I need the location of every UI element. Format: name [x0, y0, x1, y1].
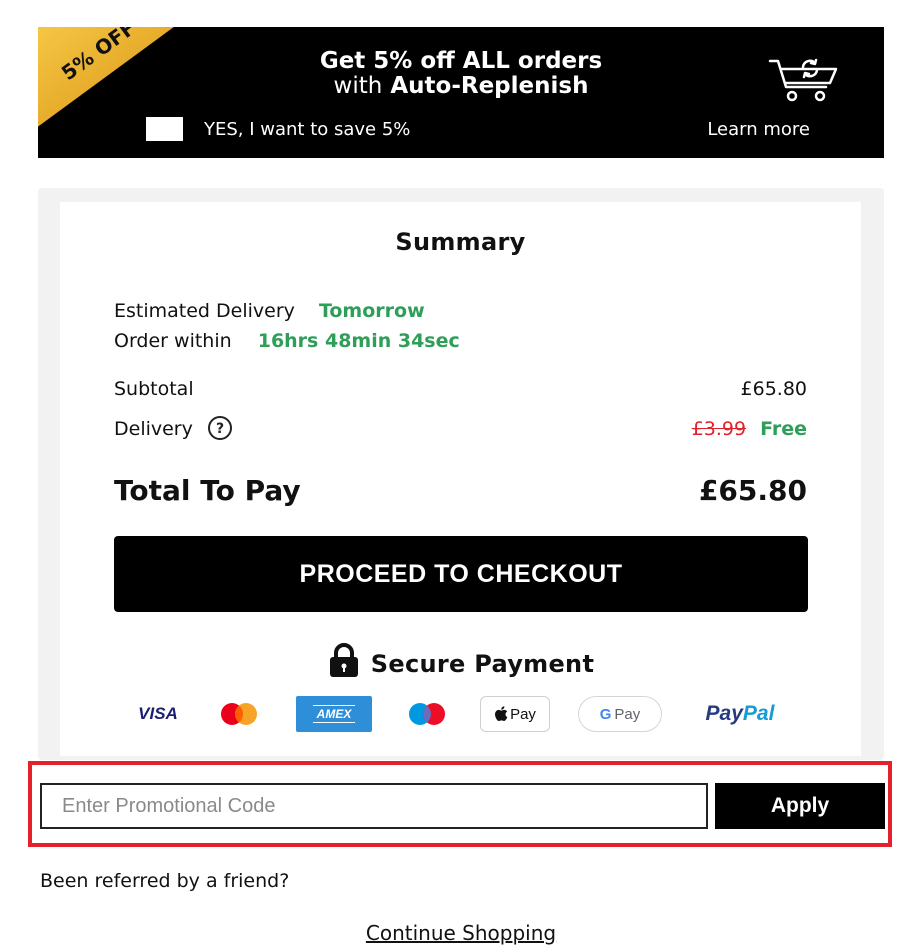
- banner-title: Get 5% off ALL orders with Auto-Replenis…: [188, 49, 734, 99]
- apple-pay-icon: Pay: [480, 696, 550, 732]
- save-five-percent-checkbox[interactable]: [146, 117, 183, 141]
- paypal-icon: PayPal: [705, 702, 775, 725]
- referred-by-friend-link[interactable]: Been referred by a friend?: [40, 870, 289, 892]
- delivery-cost-row: Delivery ?: [114, 415, 233, 441]
- summary-panel: Summary Estimated Delivery Tomorrow Orde…: [38, 188, 884, 760]
- maestro-icon: [402, 696, 452, 732]
- lock-icon: [329, 643, 358, 677]
- summary-title: Summary: [395, 228, 526, 256]
- learn-more-link[interactable]: Learn more: [707, 119, 810, 140]
- promo-code-section: Apply: [28, 761, 892, 847]
- subtotal-value: £65.80: [740, 378, 807, 400]
- mastercard-icon: [214, 696, 264, 732]
- secure-payment-label: Secure Payment: [370, 650, 595, 678]
- order-within-countdown: 16hrs 48min 34sec: [257, 330, 460, 352]
- replenish-cart-icon: [768, 58, 838, 102]
- visa-icon: VISA: [138, 704, 178, 723]
- svg-text:?: ?: [216, 421, 224, 437]
- checkbox-label[interactable]: YES, I want to save 5%: [204, 119, 410, 140]
- payment-methods: VISA AMEX Pay G Pay PayPal: [130, 696, 810, 736]
- delivery-free-label: Free: [760, 418, 807, 440]
- subtotal-label: Subtotal: [114, 378, 194, 400]
- auto-replenish-banner: 5% OFF Get 5% off ALL orders with Auto-R…: [38, 27, 884, 158]
- amex-icon: AMEX: [296, 696, 372, 732]
- help-icon[interactable]: ?: [207, 415, 233, 441]
- secure-payment-heading: Secure Payment: [60, 642, 861, 678]
- estimated-delivery-value: Tomorrow: [318, 300, 425, 322]
- delivery-cost-label: Delivery: [114, 418, 193, 440]
- five-percent-off-badge: 5% OFF: [38, 27, 174, 127]
- delivery-cost-value: £3.99 Free: [692, 418, 807, 440]
- summary-card: Summary Estimated Delivery Tomorrow Orde…: [60, 202, 861, 756]
- total-value: £65.80: [698, 474, 807, 507]
- google-pay-icon: G Pay: [578, 696, 662, 732]
- continue-shopping-link[interactable]: Continue Shopping: [0, 921, 900, 945]
- banner-title-line1: Get 5% off ALL orders: [319, 48, 603, 74]
- promo-code-input[interactable]: [40, 783, 708, 829]
- order-within-label: Order within: [114, 330, 232, 352]
- banner-title-line2: with Auto-Replenish: [333, 73, 589, 99]
- total-label: Total To Pay: [114, 474, 301, 507]
- delivery-old-price: £3.99: [691, 418, 747, 440]
- proceed-to-checkout-button[interactable]: PROCEED TO CHECKOUT: [114, 536, 808, 612]
- order-within-row: Order within 16hrs 48min 34sec: [114, 330, 460, 352]
- apply-promo-button[interactable]: Apply: [715, 783, 885, 829]
- estimated-delivery-row: Estimated Delivery Tomorrow: [114, 300, 425, 322]
- estimated-delivery-label: Estimated Delivery: [114, 300, 295, 322]
